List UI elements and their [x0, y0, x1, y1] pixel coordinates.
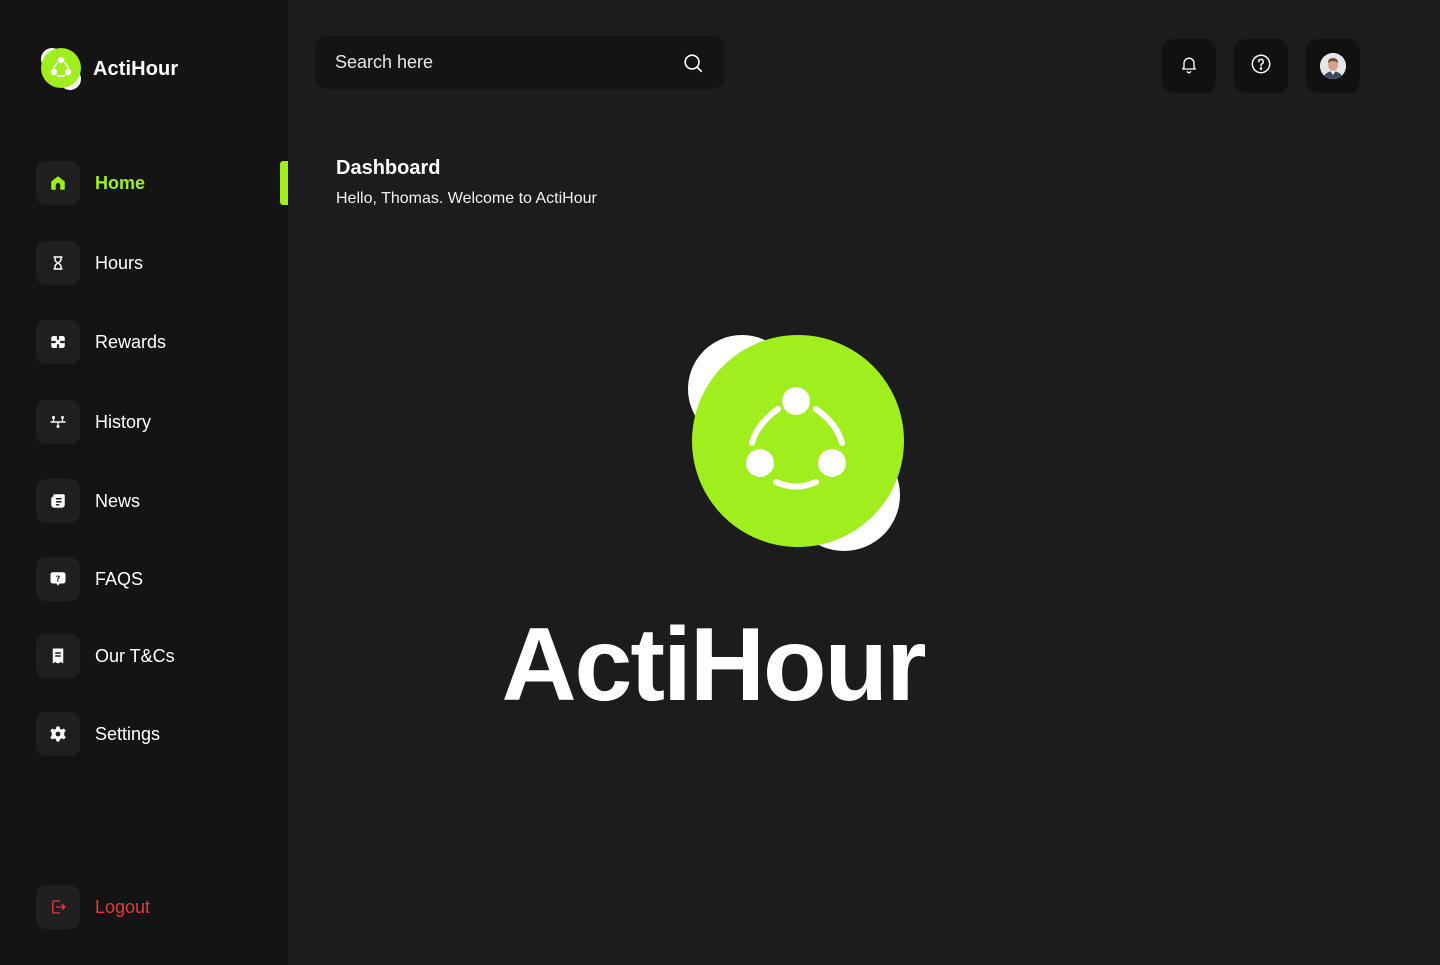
- sidebar-item-label: Hours: [95, 252, 144, 273]
- profile-button[interactable]: [1306, 39, 1360, 93]
- home-icon: [36, 161, 80, 205]
- welcome-message: Hello, Thomas. Welcome to ActiHour: [336, 190, 597, 207]
- news-icon: [36, 479, 80, 523]
- brand[interactable]: ActiHour: [40, 48, 178, 90]
- app-logo-icon: [40, 48, 82, 90]
- logout-icon: [36, 885, 80, 929]
- hero-logo-icon: [688, 335, 908, 553]
- sidebar-item-faqs[interactable]: ? FAQS: [36, 557, 288, 601]
- hero-app-name: ActiHour: [0, 607, 1440, 723]
- avatar: [1320, 53, 1346, 79]
- sidebar-item-label: Rewards: [95, 331, 167, 352]
- search-input[interactable]: [335, 52, 682, 73]
- notifications-button[interactable]: [1162, 39, 1216, 93]
- question-bubble-icon: ?: [36, 557, 80, 601]
- brand-name: ActiHour: [93, 57, 179, 80]
- search-bar: [315, 36, 724, 89]
- bell-icon: [1179, 54, 1199, 79]
- search-icon[interactable]: [682, 52, 704, 74]
- gift-box-icon: [36, 320, 80, 364]
- sidebar-item-label: Settings: [95, 723, 161, 744]
- logout-label: Logout: [95, 896, 151, 917]
- sidebar-item-hours[interactable]: Hours: [36, 241, 288, 285]
- page-title: Dashboard: [336, 157, 441, 179]
- sidebar-item-rewards[interactable]: Rewards: [36, 320, 288, 364]
- hero-app-name-text: ActiHour: [501, 607, 926, 723]
- sidebar-item-history[interactable]: History: [36, 400, 288, 444]
- sidebar-item-news[interactable]: News: [36, 479, 288, 523]
- svg-text:?: ?: [56, 573, 61, 583]
- sidebar-item-label: News: [95, 490, 141, 511]
- sidebar: ActiHour Home Hours Rewards History News…: [0, 0, 288, 965]
- sidebar-item-label: FAQS: [95, 568, 144, 589]
- sidebar-item-home[interactable]: Home: [36, 161, 288, 205]
- logout-button[interactable]: Logout: [36, 885, 288, 929]
- timeline-icon: [36, 400, 80, 444]
- hourglass-icon: [36, 241, 80, 285]
- help-button[interactable]: [1234, 39, 1288, 93]
- active-indicator: [280, 161, 288, 205]
- help-icon: [1250, 53, 1272, 80]
- sidebar-item-label: History: [95, 411, 152, 432]
- sidebar-item-label: Home: [95, 172, 146, 193]
